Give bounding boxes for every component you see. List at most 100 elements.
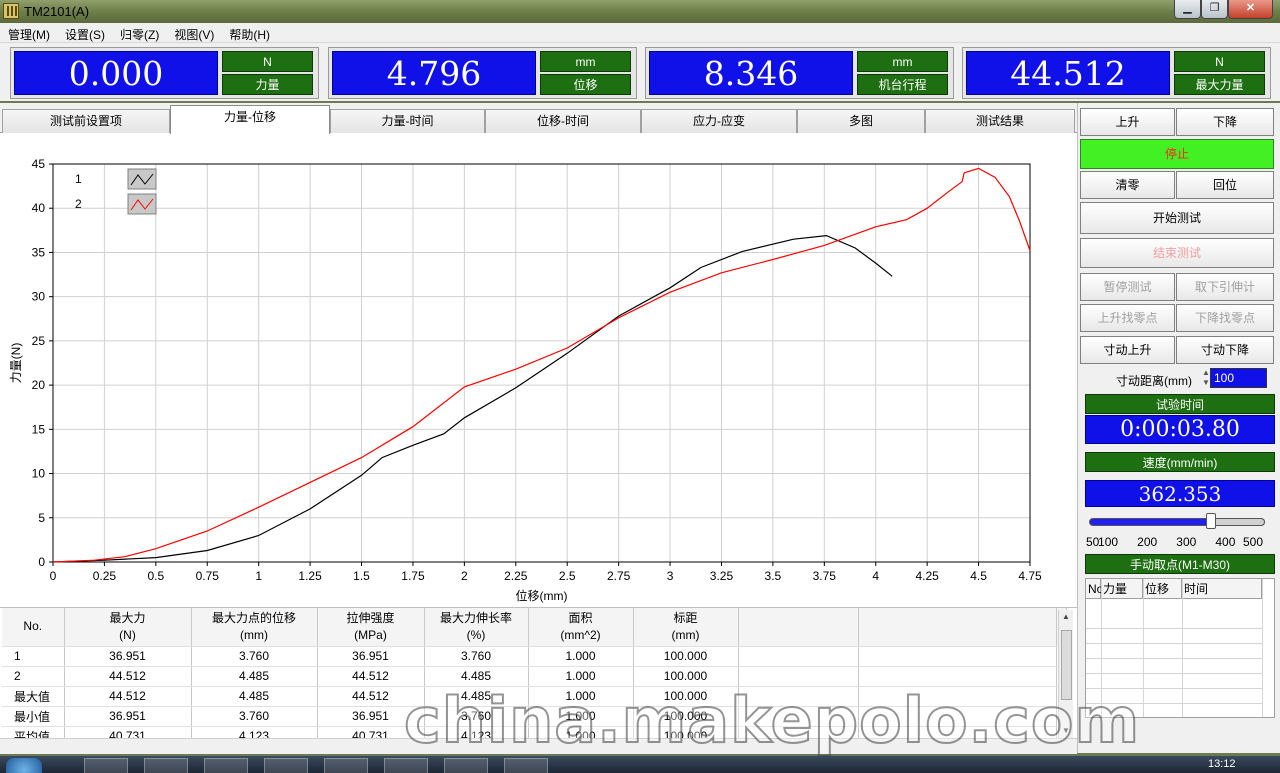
max-force-unit: N	[1174, 51, 1265, 72]
pause-test-button[interactable]: 暂停测试	[1080, 273, 1175, 301]
manual-row[interactable]	[1086, 614, 1262, 629]
maximize-button[interactable]: ❐	[1201, 0, 1228, 19]
tab-pretest-settings[interactable]: 测试前设置项	[2, 109, 170, 133]
taskbar-item[interactable]	[84, 758, 128, 773]
horizontal-scrollbar[interactable]	[0, 738, 1077, 754]
down-button[interactable]: 下降	[1176, 108, 1274, 136]
manual-row[interactable]	[1086, 689, 1262, 704]
table-header-cell[interactable]: 拉伸强度 (MPa)	[317, 608, 425, 647]
x-tick-label: 1.25	[298, 569, 322, 583]
up-find-zero-button[interactable]: 上升找零点	[1080, 304, 1175, 332]
manual-col-displacement: 位移	[1143, 579, 1182, 599]
y-tick-label: 15	[32, 422, 46, 436]
clear-button[interactable]: 清零	[1080, 171, 1175, 199]
manual-row[interactable]	[1086, 674, 1262, 689]
speed-label: 速度(mm/min)	[1085, 452, 1275, 472]
header-title: 面积	[568, 610, 593, 625]
displacement-unit: mm	[540, 51, 631, 72]
return-button[interactable]: 回位	[1176, 171, 1274, 199]
scroll-up-arrow-icon[interactable]: ▲	[1062, 612, 1070, 621]
table-cell: 4.485	[191, 666, 318, 687]
slider-rest	[1211, 518, 1265, 526]
displacement-readout: 4.796 mm 位移	[328, 47, 637, 99]
table-header-row: No. 最大力 (N) 最大力点的位移 (mm) 拉伸强度 (MPa) 最大力伸长率 (%) 面积…	[2, 608, 1067, 647]
table-row[interactable]: 最小值 36.951 3.760 36.951 3.760 1.000 100.000	[2, 706, 1067, 727]
taskbar-item[interactable]	[144, 758, 188, 773]
tab-multi-chart[interactable]: 多图	[797, 109, 925, 133]
tab-displacement-time[interactable]: 位移-时间	[485, 109, 641, 133]
header-unit: (mm)	[671, 627, 700, 642]
menu-manage[interactable]: 管理(M)	[0, 23, 57, 43]
results-table: No. 最大力 (N) 最大力点的位移 (mm) 拉伸强度 (MPa) 最大力伸长率 (%) 面积…	[2, 608, 1067, 747]
menu-zero[interactable]: 归零(Z)	[112, 23, 166, 43]
table-header-cell[interactable]: 最大力 (N)	[64, 608, 192, 647]
remove-extensometer-button[interactable]: 取下引伸计	[1176, 273, 1274, 301]
manual-col-force: 力量	[1101, 579, 1143, 599]
slider-knob[interactable]	[1206, 513, 1217, 529]
table-cell: 100.000	[633, 706, 739, 727]
tab-test-results[interactable]: 测试结果	[925, 109, 1075, 133]
jog-up-button[interactable]: 寸动上升	[1080, 336, 1175, 364]
table-row[interactable]: 2 44.512 4.485 44.512 4.485 1.000 100.000	[2, 666, 1067, 687]
table-cell: 100.000	[633, 686, 739, 707]
manual-row[interactable]	[1086, 704, 1262, 717]
jog-down-button[interactable]: 寸动下降	[1176, 336, 1274, 364]
table-row[interactable]: 最大值 44.512 4.485 44.512 4.485 1.000 100.000	[2, 686, 1067, 707]
taskbar-item[interactable]	[324, 758, 368, 773]
table-header-cell[interactable]: No.	[2, 608, 65, 647]
manual-col-no: No	[1086, 579, 1103, 599]
test-time-label: 试验时间	[1085, 394, 1275, 414]
table-header-cell[interactable]: 标距 (mm)	[633, 608, 739, 647]
x-tick-label: 1	[255, 569, 262, 583]
table-header-cell[interactable]	[858, 608, 1057, 647]
close-button[interactable]: ✕	[1228, 0, 1273, 19]
manual-row[interactable]	[1086, 629, 1262, 644]
speed-value[interactable]: 362.353	[1085, 480, 1275, 507]
displacement-label: 位移	[540, 74, 631, 95]
table-header-cell[interactable]: 最大力点的位移 (mm)	[191, 608, 318, 647]
header-title: 最大力点的位移	[211, 610, 296, 625]
legend-swatch	[127, 193, 157, 215]
scroll-down-arrow-icon[interactable]: ▼	[1062, 726, 1070, 735]
tab-force-displacement[interactable]: 力量-位移	[170, 105, 330, 134]
menu-help[interactable]: 帮助(H)	[221, 23, 277, 43]
taskbar-item[interactable]	[384, 758, 428, 773]
scroll-thumb[interactable]	[1061, 630, 1072, 700]
menu-view[interactable]: 视图(V)	[166, 23, 221, 43]
table-header-cell[interactable]	[738, 608, 859, 647]
table-cell	[858, 646, 1057, 667]
table-cell: 最小值	[2, 706, 65, 727]
down-find-zero-button[interactable]: 下降找零点	[1176, 304, 1274, 332]
table-cell: 36.951	[64, 646, 192, 667]
x-tick-label: 4.75	[1018, 569, 1042, 583]
table-vertical-scrollbar[interactable]: ▲ ▼	[1058, 610, 1073, 738]
up-button[interactable]: 上升	[1080, 108, 1175, 136]
force-label: 力量	[222, 74, 313, 95]
start-test-button[interactable]: 开始测试	[1080, 202, 1274, 234]
stop-button[interactable]: 停止	[1080, 139, 1274, 169]
taskbar-item[interactable]	[504, 758, 548, 773]
table-cell: 36.951	[64, 706, 192, 727]
start-button[interactable]	[6, 758, 42, 773]
y-tick-label: 30	[32, 290, 46, 304]
taskbar-item[interactable]	[204, 758, 248, 773]
taskbar: 13:12	[0, 756, 1280, 773]
legend-swatch	[127, 168, 157, 190]
table-header-cell[interactable]: 面积 (mm^2)	[528, 608, 634, 647]
tab-force-time[interactable]: 力量-时间	[330, 109, 485, 133]
header-unit: (N)	[119, 627, 136, 642]
travel-unit: mm	[857, 51, 948, 72]
table-row[interactable]: 1 36.951 3.760 36.951 3.760 1.000 100.000	[2, 646, 1067, 667]
manual-row[interactable]	[1086, 659, 1262, 674]
jog-distance-input[interactable]: 100	[1210, 368, 1267, 388]
taskbar-item[interactable]	[264, 758, 308, 773]
menu-settings[interactable]: 设置(S)	[57, 23, 112, 43]
tab-stress-strain[interactable]: 应力-应变	[641, 109, 797, 133]
speed-slider[interactable]: 50 100 200 300 400 500	[1086, 511, 1268, 549]
slider-tick-label: 300	[1176, 535, 1197, 549]
table-header-cell[interactable]: 最大力伸长率 (%)	[424, 608, 529, 647]
minimize-button[interactable]: ▁	[1174, 0, 1201, 19]
manual-row[interactable]	[1086, 644, 1262, 659]
end-test-button[interactable]: 结束测试	[1080, 238, 1274, 268]
taskbar-item[interactable]	[444, 758, 488, 773]
